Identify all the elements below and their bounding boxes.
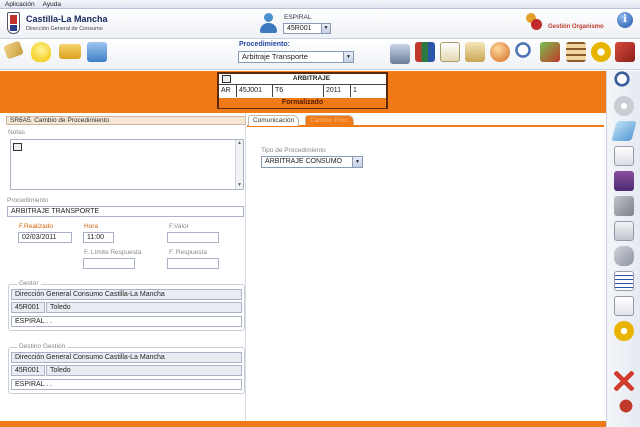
app-header: Castilla-La Mancha Dirección General de … bbox=[0, 9, 640, 39]
procedimiento-value: Arbitraje Transporte bbox=[242, 52, 308, 61]
expediente-box: ARBITRAJE AR 45J001 T6 2011 1 Formalizad… bbox=[217, 72, 388, 109]
gestor-group: Gestor Dirección General Consumo Castill… bbox=[8, 280, 245, 331]
destino-gestion-group: Destino Gestión Dirección General Consum… bbox=[8, 343, 245, 394]
bottom-bar bbox=[0, 421, 606, 427]
disc-icon[interactable] bbox=[614, 96, 634, 116]
clipboard-icon[interactable] bbox=[465, 42, 485, 62]
expediente-cell: AR bbox=[219, 85, 237, 97]
procedimiento-field-label: Procedimiento bbox=[7, 197, 49, 204]
tipo-procedimiento-value: ARBITRAJE CONSUMO bbox=[265, 158, 343, 165]
font-icon[interactable] bbox=[614, 296, 634, 316]
gestion-organismo-icon[interactable] bbox=[524, 13, 544, 31]
books-icon[interactable] bbox=[415, 42, 435, 62]
document-icon[interactable] bbox=[440, 42, 460, 62]
gestor-nombre: Dirección General Consumo Castilla-La Ma… bbox=[11, 289, 242, 300]
scroll-up-icon[interactable]: ▲ bbox=[236, 140, 243, 147]
destino-espiral: ESPIRAL . . bbox=[11, 379, 242, 390]
chevron-down-icon[interactable]: ▼ bbox=[343, 52, 353, 62]
folder-icon[interactable] bbox=[59, 44, 81, 59]
scroll-down-icon[interactable]: ▼ bbox=[236, 182, 243, 189]
org-subtitle: Dirección General de Consumo bbox=[26, 26, 103, 32]
f-limite-respuesta-field[interactable] bbox=[83, 258, 135, 269]
procedimiento-label: Procedimiento: bbox=[239, 41, 290, 48]
espiral-label: ESPIRAL bbox=[284, 14, 312, 21]
espiral-value: 45R001 bbox=[287, 25, 312, 32]
expediente-cell: 2011 bbox=[324, 85, 351, 97]
f-valor-label: F.Valor bbox=[169, 223, 189, 230]
procedimiento-field[interactable]: ARBITRAJE TRANSPORTE bbox=[7, 206, 244, 217]
menu-bar: Aplicación Ayuda bbox=[0, 0, 640, 9]
cancel-icon[interactable] bbox=[614, 371, 634, 391]
notas-scrollbar[interactable]: ▲ ▼ bbox=[235, 140, 243, 189]
tools-icon[interactable] bbox=[540, 42, 560, 62]
espiral-select[interactable]: 45R001 ▼ bbox=[283, 23, 331, 34]
tipo-procedimiento-select[interactable]: ARBITRAJE CONSUMO ▼ bbox=[261, 156, 363, 168]
destino-codigo: 45R001 bbox=[11, 365, 45, 376]
abacus-icon[interactable] bbox=[566, 42, 586, 62]
chevron-down-icon[interactable]: ▼ bbox=[321, 24, 330, 33]
f-realizado-field[interactable]: 02/03/2011 bbox=[18, 232, 72, 243]
chevron-down-icon[interactable]: ▼ bbox=[352, 157, 362, 167]
lightbulb-icon[interactable] bbox=[31, 42, 51, 62]
f-realizado-label: F.Realizado bbox=[19, 223, 53, 230]
gestor-espiral: ESPIRAL . . bbox=[11, 316, 242, 327]
notas-label: Notas bbox=[8, 129, 25, 136]
save-icon[interactable] bbox=[614, 171, 634, 191]
expediente-status: Formalizado bbox=[219, 98, 386, 108]
detalle-panel: Cambio Proc. Comunicación Tipo de Proced… bbox=[247, 113, 604, 421]
gestor-legend: Gestor bbox=[17, 280, 41, 287]
gears-icon[interactable] bbox=[591, 42, 611, 62]
menu-ayuda[interactable]: Ayuda bbox=[43, 1, 61, 8]
gestor-codigo: 45R001 bbox=[11, 302, 45, 313]
expediente-cell: 45J001 bbox=[237, 85, 273, 97]
settings-icon[interactable] bbox=[614, 321, 634, 341]
exit-icon[interactable] bbox=[614, 396, 634, 416]
info-icon[interactable]: i bbox=[617, 12, 633, 28]
castilla-la-mancha-logo-icon bbox=[7, 12, 20, 34]
destino-nombre: Dirección General Consumo Castilla-La Ma… bbox=[11, 352, 242, 363]
eraser-icon[interactable] bbox=[611, 121, 637, 141]
hora-label: Hora bbox=[84, 223, 99, 230]
tag-icon[interactable] bbox=[3, 40, 24, 60]
section-title: SR6A5. Cambio de Procedimiento bbox=[6, 116, 246, 125]
procedimiento-select[interactable]: Arbitraje Transporte ▼ bbox=[238, 51, 354, 63]
gestor-ciudad: Toledo bbox=[46, 302, 242, 313]
copy-icon[interactable] bbox=[222, 75, 231, 83]
f-respuesta-label: F. Respuesta bbox=[169, 249, 207, 256]
side-toolbar bbox=[606, 71, 640, 427]
page-icon[interactable] bbox=[614, 146, 634, 166]
user-icon bbox=[259, 13, 277, 35]
expediente-title: ARBITRAJE bbox=[292, 75, 331, 82]
tipo-procedimiento-label: Tipo de Procedimiento bbox=[261, 147, 326, 154]
f-valor-field[interactable] bbox=[167, 232, 219, 243]
expediente-cell: 1 bbox=[353, 87, 357, 94]
hora-field[interactable]: 11:00 bbox=[83, 232, 114, 243]
globe-icon[interactable] bbox=[490, 42, 510, 62]
destino-ciudad: Toledo bbox=[46, 365, 242, 376]
menu-aplicacion[interactable]: Aplicación bbox=[5, 1, 35, 8]
tab-comunicacion[interactable]: Comunicación bbox=[248, 115, 300, 126]
magnifier-icon[interactable] bbox=[515, 42, 535, 62]
cambio-procedimiento-panel: SR6A5. Cambio de Procedimiento Notas ▲ ▼… bbox=[3, 113, 246, 421]
network-icon[interactable] bbox=[87, 42, 107, 62]
search-icon[interactable] bbox=[614, 71, 634, 91]
gestion-organismo-link[interactable]: Gestión Organismo bbox=[548, 24, 604, 30]
copy-icon[interactable] bbox=[13, 143, 22, 151]
notas-textarea[interactable]: ▲ ▼ bbox=[10, 139, 244, 190]
org-title: Castilla-La Mancha bbox=[26, 14, 108, 24]
list-icon[interactable] bbox=[614, 271, 634, 291]
book-icon[interactable] bbox=[615, 42, 635, 62]
destino-gestion-legend: Destino Gestión bbox=[17, 343, 68, 350]
computer-icon[interactable] bbox=[390, 44, 410, 64]
tab-underline bbox=[247, 125, 604, 127]
copy-icon[interactable] bbox=[614, 221, 634, 241]
tools-icon[interactable] bbox=[614, 196, 634, 216]
f-limite-respuesta-label: F. Límite Respuesta bbox=[84, 249, 142, 256]
f-respuesta-field[interactable] bbox=[167, 258, 219, 269]
expediente-cell: T6 bbox=[273, 85, 324, 97]
attach-icon[interactable] bbox=[614, 246, 634, 266]
